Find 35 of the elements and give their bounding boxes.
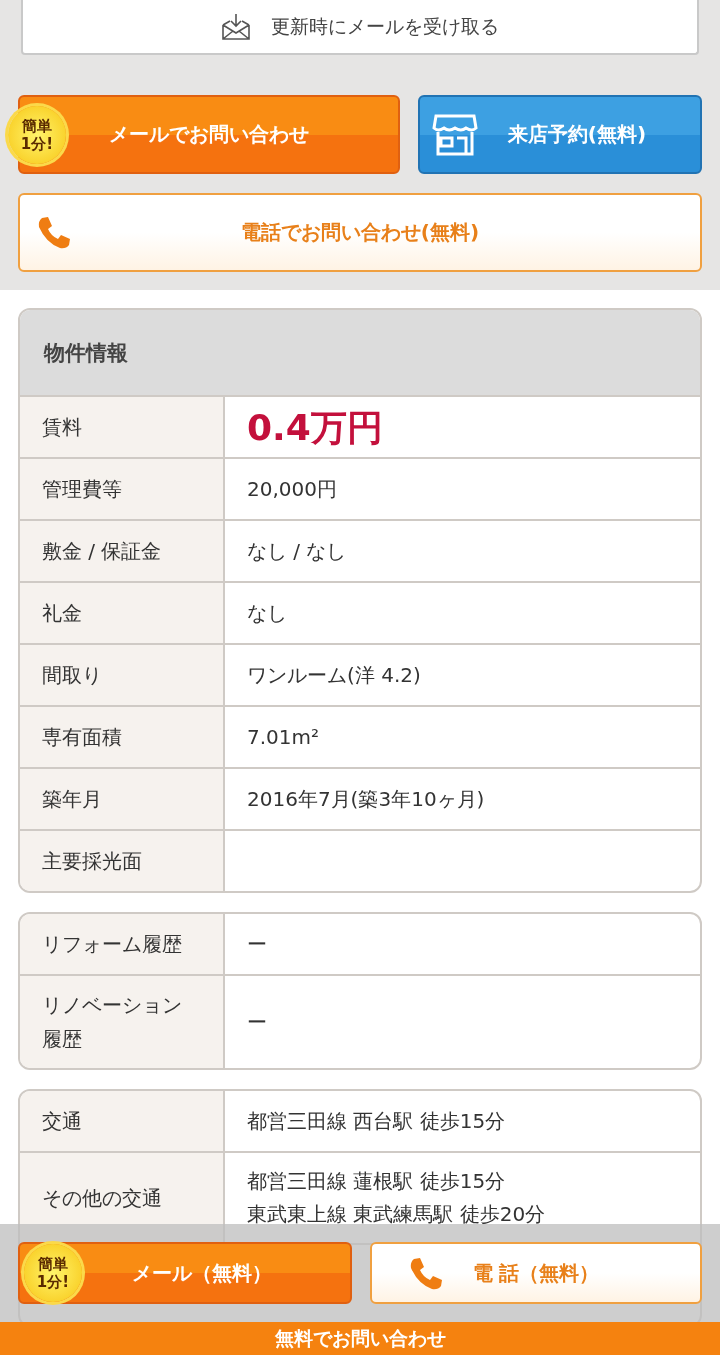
row-value: なし / なし <box>246 537 348 565</box>
row-value: ー <box>246 930 268 958</box>
row-label: 敷金 / 保証金 <box>20 521 225 581</box>
section-title: 物件情報 <box>20 310 700 397</box>
row-value: ワンルーム(洋 4.2) <box>246 661 422 689</box>
row-value: 都営三田線 西台駅 徒歩15分 <box>246 1107 507 1135</box>
row-label: 交通 <box>20 1091 225 1151</box>
phone-icon <box>36 215 72 251</box>
store-icon <box>432 114 478 156</box>
phone-button[interactable]: 電 話（無料） <box>370 1242 702 1304</box>
quick-badge: 簡単 1分! <box>24 1244 82 1302</box>
mail-download-icon <box>221 12 251 41</box>
phone-icon <box>408 1256 444 1292</box>
row-value: 7.01m² <box>246 723 321 751</box>
row-label: 間取り <box>20 645 225 705</box>
row-label: 礼金 <box>20 583 225 643</box>
phone-inquiry-button[interactable]: 電話でお問い合わせ(無料) <box>18 193 702 272</box>
free-inquiry-bar[interactable]: 無料でお問い合わせ <box>0 1322 720 1355</box>
row-value: 東武東上線 東武練馬駅 徒歩20分 <box>247 1201 546 1228</box>
notify-button[interactable]: 更新時にメールを受け取る <box>21 0 699 55</box>
row-label: 専有面積 <box>20 707 225 767</box>
row-value: なし <box>246 599 288 627</box>
row-label: 主要採光面 <box>20 831 225 891</box>
quick-badge: 簡単 1分! <box>8 106 66 164</box>
row-value: 都営三田線 蓮根駅 徒歩15分 <box>247 1168 506 1195</box>
row-label: 築年月 <box>20 769 225 829</box>
row-label: リフォーム履歴 <box>20 914 225 974</box>
rent-price: 0.4万円 <box>246 405 384 450</box>
row-label: リノベーション履歴 <box>20 976 225 1068</box>
row-label: 管理費等 <box>20 459 225 519</box>
row-label: 賃料 <box>20 397 225 457</box>
row-value: 2016年7月(築3年10ヶ月) <box>246 785 486 813</box>
row-value: 20,000円 <box>246 475 338 503</box>
visit-reservation-button[interactable]: 来店予約(無料) <box>418 95 702 174</box>
row-value: ー <box>246 1008 268 1036</box>
